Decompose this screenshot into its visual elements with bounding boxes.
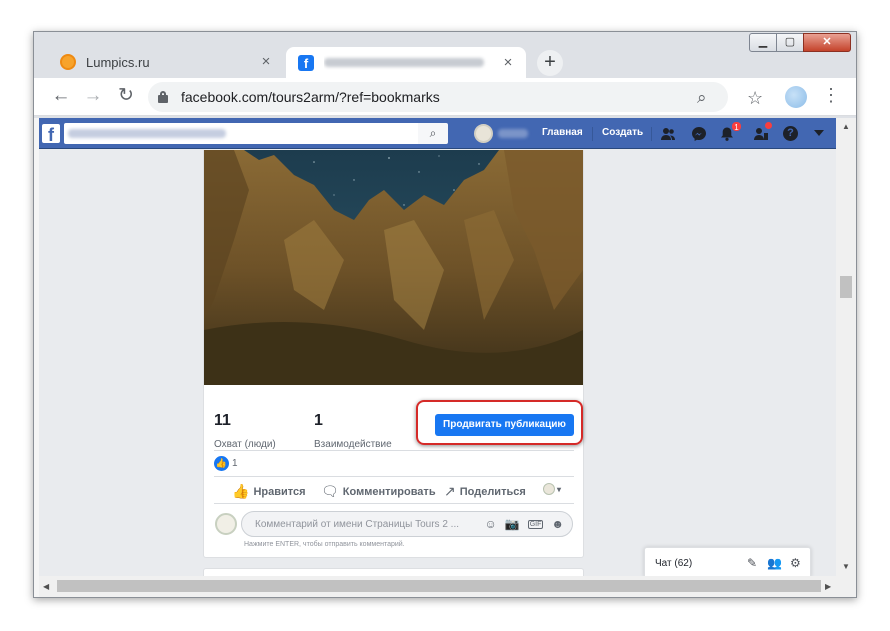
nav-home-link[interactable]: Главная [542,127,583,138]
window-close-button[interactable]: ✕ [803,33,851,52]
camera-icon[interactable]: 📷 [505,517,520,531]
share-button[interactable]: ↗ Поделиться [444,483,526,500]
comment-input[interactable]: Комментарий от имени Страницы Tours 2 ..… [241,511,573,537]
messenger-icon[interactable] [691,126,707,142]
scroll-left-arrow-icon[interactable]: ◀ [43,582,49,591]
post-photo[interactable] [204,150,583,385]
tab-title: Lumpics.ru [86,54,150,70]
tab-title-blurred [324,55,500,70]
engagement-stat: 1 Взаимодействие [314,412,392,452]
scroll-up-arrow-icon[interactable]: ▲ [842,122,850,131]
browser-menu-icon[interactable]: ⋮ [822,85,840,105]
tab-facebook[interactable]: f × [286,47,526,78]
horizontal-scrollbar[interactable]: ◀ ▶ [39,576,836,597]
next-post-card [203,568,584,576]
page-viewport: f ⌕ Главная Создать 1 ? 11 Охват (люди) … [39,118,836,576]
share-arrow-icon: ↗ [444,483,456,499]
search-icon[interactable]: ⌕ [418,123,448,144]
profile-avatar[interactable] [785,86,807,108]
lock-icon [158,91,168,103]
forward-arrow-icon[interactable]: → [82,86,104,108]
chat-label: Чат (62) [655,558,693,569]
promote-post-button[interactable]: Продвигать публикацию [435,414,574,436]
engagement-label: Взаимодействие [314,439,392,450]
help-icon[interactable]: ? [783,126,798,141]
scroll-right-arrow-icon[interactable]: ▶ [825,582,831,591]
like-button[interactable]: 👍 Нравится [232,483,306,500]
comment-bubble-icon: 🗨 [321,483,339,499]
like-reaction-icon: 👍 [214,456,229,471]
like-label: Нравится [253,485,306,498]
lumpics-favicon-icon [60,54,76,70]
window-minimize-button[interactable]: ▁ [749,33,777,52]
nav-separator [592,127,593,141]
share-label: Поделиться [459,485,526,498]
facebook-search-input[interactable] [64,123,418,144]
sticker-icon[interactable]: ☻ [551,517,564,531]
post-as-selector[interactable]: ▾ [543,483,561,495]
comment-label: Комментировать [342,485,436,498]
divider [214,450,574,451]
notification-count-badge: 1 [731,121,742,132]
emoji-icon[interactable]: ☺ [484,517,496,531]
facebook-top-bar: f ⌕ Главная Создать 1 ? [39,118,836,149]
window-maximize-button[interactable]: ▢ [776,33,804,52]
page-avatar-small [543,483,555,495]
blurred-tab-title [324,58,484,67]
account-menu-caret-icon[interactable] [814,130,824,136]
facebook-favicon-icon: f [298,54,314,71]
vertical-scroll-thumb[interactable] [840,276,852,298]
likes-count: 1 [232,458,238,469]
page-avatar[interactable] [474,124,493,143]
zoom-icon[interactable]: ⌕ [697,88,707,108]
divider [214,503,574,504]
blurred-profile-name[interactable] [498,129,528,138]
address-bar[interactable]: facebook.com/tours2arm/?ref=bookmarks ⌕ [148,82,728,112]
engagement-value: 1 [314,412,323,429]
blurred-search-text [68,129,226,138]
nav-separator [651,127,652,141]
gif-icon[interactable]: GIF [527,519,544,529]
tab-close-icon[interactable]: × [500,55,516,71]
back-arrow-icon[interactable]: ← [50,86,72,108]
chevron-down-icon: ▾ [557,484,562,494]
reach-value: 11 [214,412,231,429]
thumbs-up-icon: 👍 [232,483,250,499]
divider [214,476,574,477]
post-card: 11 Охват (люди) 1 Взаимодействие Продвиг… [203,150,584,558]
bookmark-star-icon[interactable]: ☆ [747,88,763,109]
reach-label: Охват (люди) [214,439,276,450]
vertical-scrollbar[interactable]: ▲ ▼ [836,118,856,576]
tab-close-icon[interactable]: × [258,54,274,70]
new-tab-button[interactable]: + [537,50,563,76]
reload-icon[interactable]: ↻ [115,86,137,108]
friend-requests-badge [765,122,772,129]
nav-create-link[interactable]: Создать [602,127,643,138]
browser-toolbar: ← → ↻ facebook.com/tours2arm/?ref=bookma… [34,78,856,116]
url-text: facebook.com/tours2arm/?ref=bookmarks [181,89,440,105]
chat-settings-gear-icon[interactable]: ⚙ [790,556,801,570]
comment-button[interactable]: 🗨 Комментировать [321,483,436,500]
new-message-icon[interactable]: ✎ [747,556,757,570]
browser-window: ▁ ▢ ✕ Lumpics.ru × f × + ← → ↻ facebook.… [33,31,857,598]
commenter-avatar [215,513,237,535]
facebook-logo-icon[interactable]: f [42,124,60,145]
reach-stat: 11 Охват (люди) [214,412,276,452]
comment-hint: Нажмите ENTER, чтобы отправить комментар… [244,541,405,548]
scrollbar-corner [836,576,856,597]
group-chat-icon[interactable]: 👥 [767,556,782,570]
scroll-down-arrow-icon[interactable]: ▼ [842,562,850,571]
reactions-summary[interactable]: 👍 1 [214,456,238,471]
comment-placeholder: Комментарий от имени Страницы Tours 2 ..… [255,518,460,530]
tab-lumpics[interactable]: Lumpics.ru × [48,47,284,77]
chat-bar[interactable]: Чат (62) ✎ 👥 ⚙ [644,547,811,576]
horizontal-scroll-thumb[interactable] [57,580,821,592]
friends-icon[interactable] [660,126,676,142]
promote-button-highlight: Продвигать публикацию [416,400,583,445]
